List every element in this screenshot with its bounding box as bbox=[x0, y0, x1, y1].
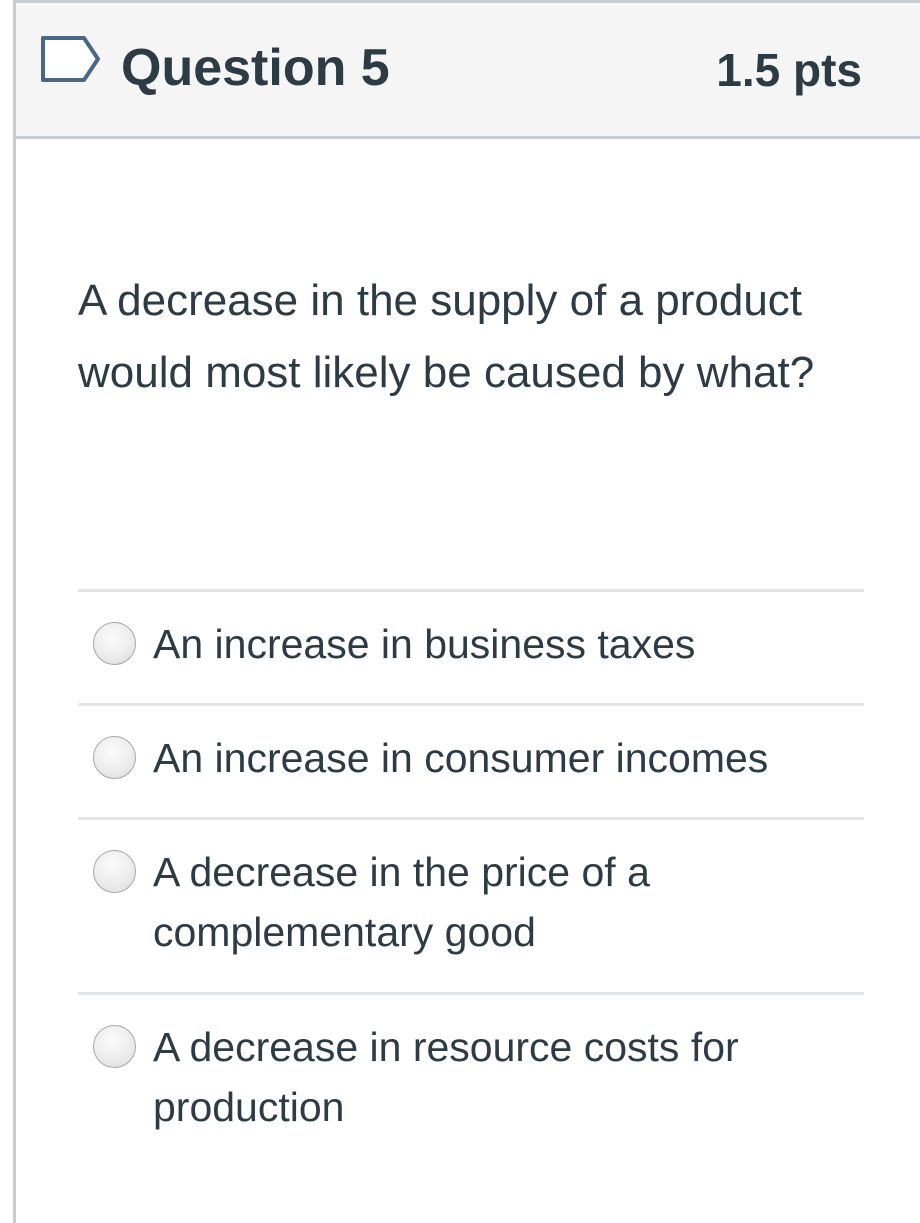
radio-button[interactable] bbox=[93, 850, 136, 893]
question-text: A decrease in the supply of a product wo… bbox=[78, 276, 815, 397]
question-card: Question 5 1.5 pts A decrease in the sup… bbox=[13, 0, 920, 1223]
radio-button[interactable] bbox=[93, 622, 136, 665]
answer-label: An increase in consumer incomes bbox=[153, 735, 769, 781]
answer-option-3[interactable]: A decrease in the price of a complementa… bbox=[78, 817, 864, 992]
answer-option-2[interactable]: An increase in consumer incomes bbox=[78, 703, 864, 817]
question-header: Question 5 1.5 pts bbox=[16, 3, 920, 139]
question-title: Question 5 bbox=[121, 39, 390, 97]
answer-label: A decrease in resource costs for product… bbox=[153, 1024, 739, 1130]
bookmark-flag-icon[interactable] bbox=[40, 35, 104, 83]
answer-list: An increase in business taxes An increas… bbox=[78, 589, 864, 1167]
answer-label: An increase in business taxes bbox=[153, 621, 696, 667]
radio-button[interactable] bbox=[93, 1025, 136, 1068]
answer-label: A decrease in the price of a complementa… bbox=[153, 849, 650, 955]
answer-option-1[interactable]: An increase in business taxes bbox=[78, 589, 864, 703]
question-points: 1.5 pts bbox=[716, 44, 862, 96]
answer-option-4[interactable]: A decrease in resource costs for product… bbox=[78, 992, 864, 1167]
radio-button[interactable] bbox=[93, 736, 136, 779]
